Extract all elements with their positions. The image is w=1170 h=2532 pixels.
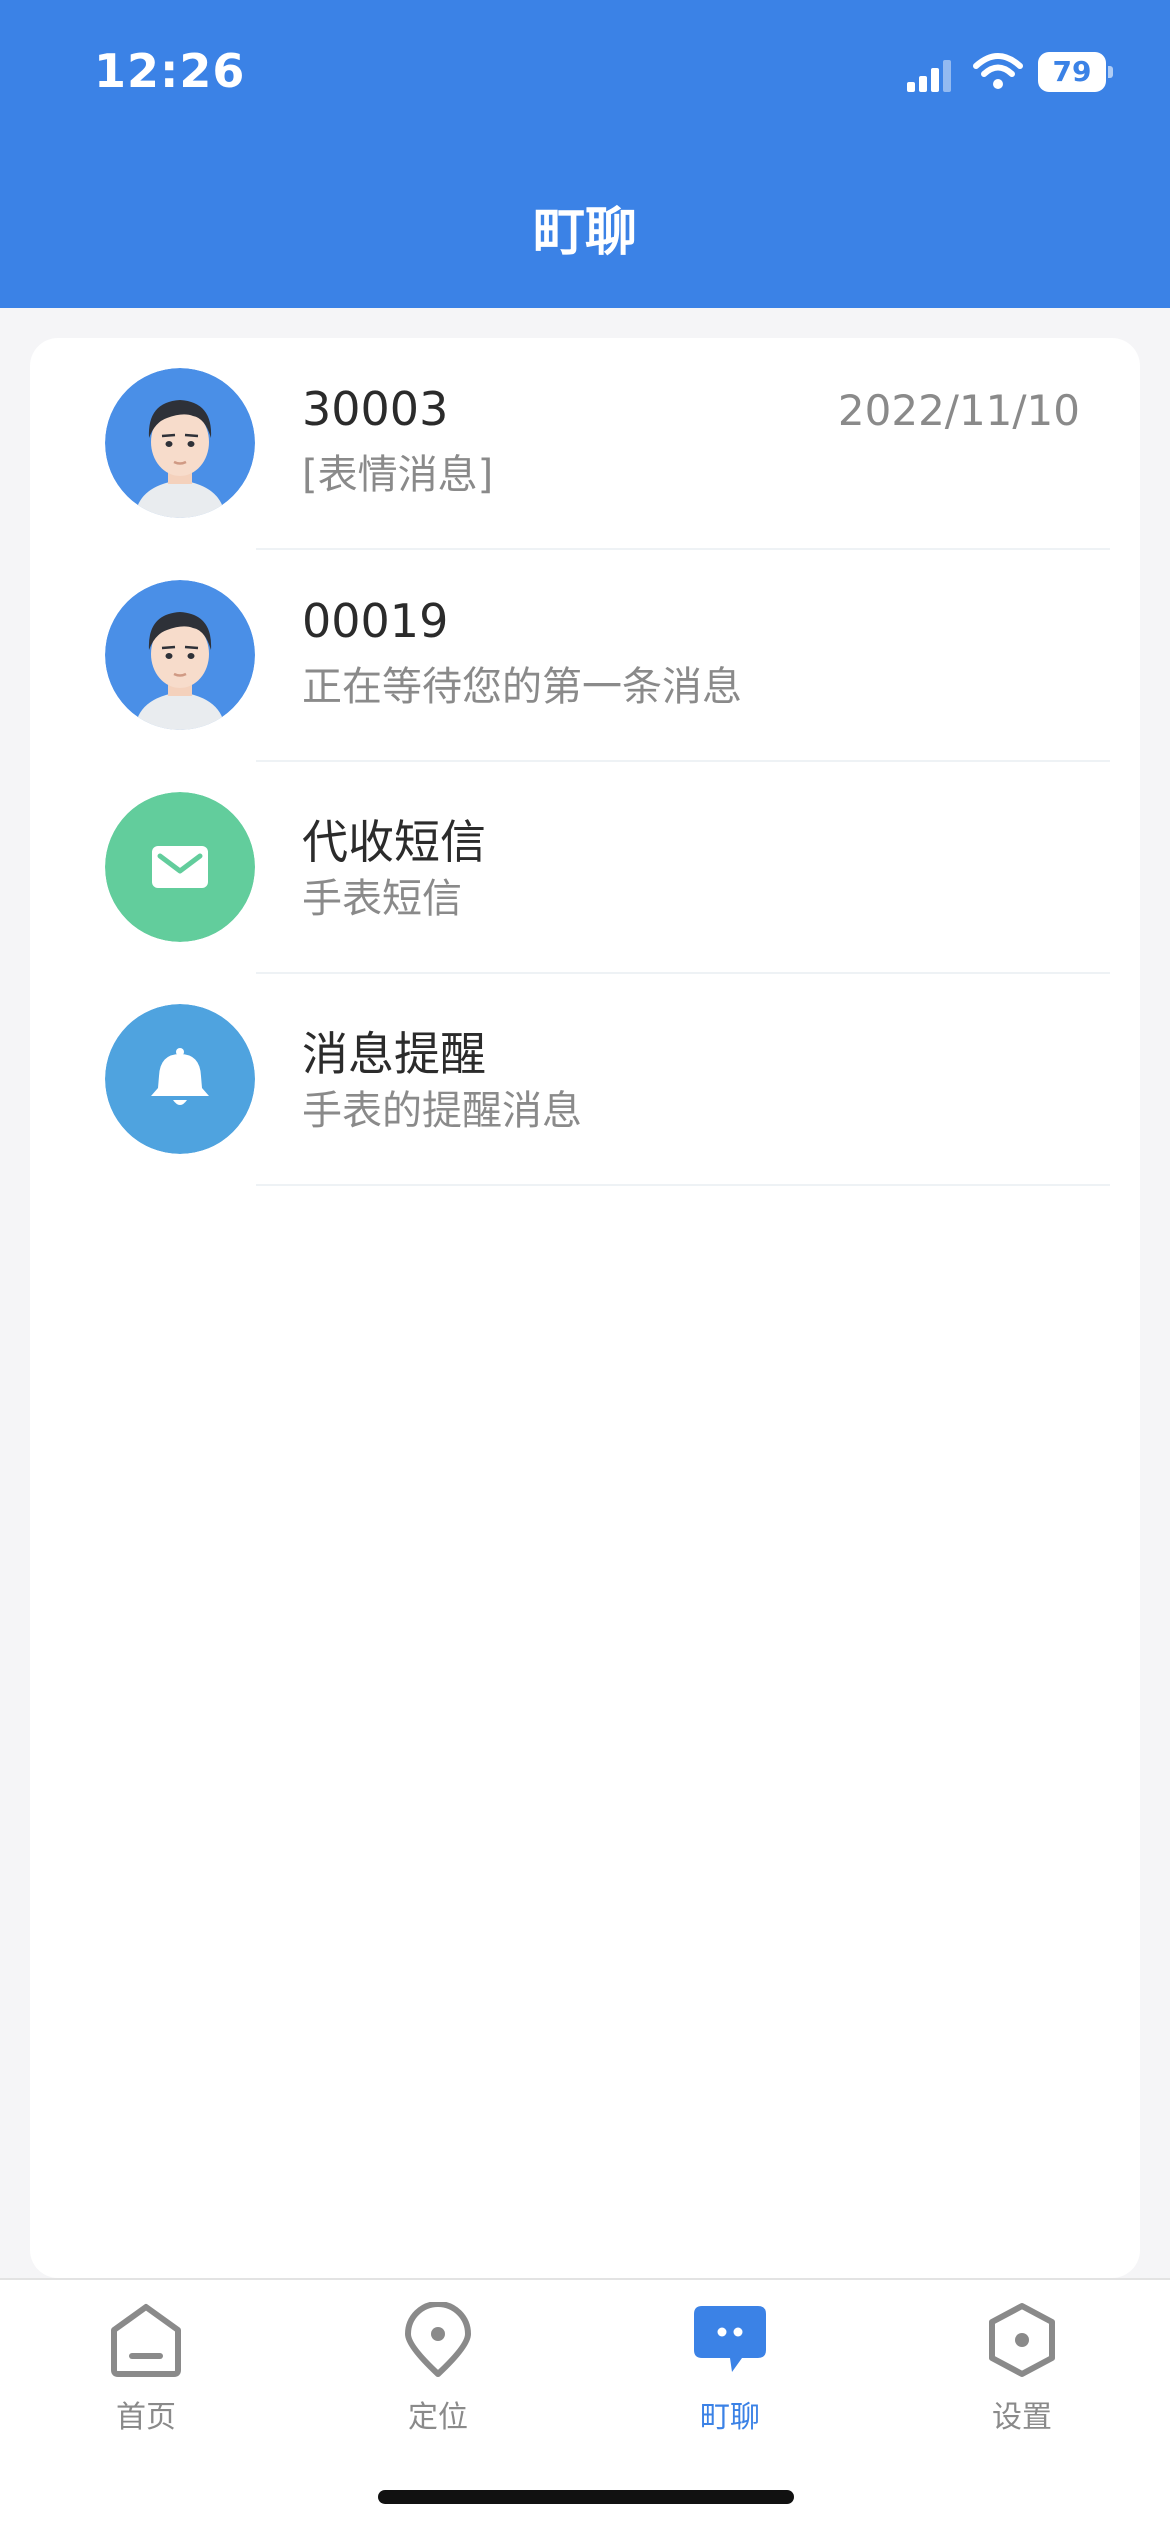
conversation-row-30003[interactable]: 30003 [表情消息] 2022/11/10	[30, 338, 1140, 550]
envelope-icon	[105, 792, 255, 942]
boy-avatar-icon	[105, 368, 255, 518]
boy-avatar-icon	[105, 580, 255, 730]
conversation-row-reminder[interactable]: 消息提醒 手表的提醒消息	[30, 974, 1140, 1186]
battery-indicator: 79	[1038, 52, 1113, 92]
location-pin-icon	[405, 2302, 471, 2377]
conversation-preview: 手表短信	[302, 876, 462, 922]
conversation-list: 30003 [表情消息] 2022/11/10 00019 正在等待您的第一条消…	[30, 338, 1140, 2278]
tab-home[interactable]: 首页	[46, 2292, 246, 2452]
tab-label: 首页	[116, 2400, 176, 2435]
tab-location[interactable]: 定位	[338, 2292, 538, 2452]
conversation-title: 消息提醒	[302, 1027, 486, 1081]
conversation-preview: [表情消息]	[302, 452, 494, 498]
conversation-title: 00019	[302, 594, 449, 648]
wifi-icon	[973, 53, 1023, 89]
status-time: 12:26	[94, 44, 246, 98]
tab-chat[interactable]: 町聊	[630, 2292, 830, 2452]
tab-label: 设置	[992, 2400, 1052, 2435]
cellular-signal-icon	[907, 60, 951, 92]
header-bar: 12:26 79 町聊	[0, 0, 1170, 308]
battery-level: 79	[1038, 52, 1106, 92]
tab-settings[interactable]: 设置	[922, 2292, 1122, 2452]
conversation-row-00019[interactable]: 00019 正在等待您的第一条消息	[30, 550, 1140, 762]
app-screen: 12:26 79 町聊 30003 [表情消息] 2022/11/10 0001…	[0, 0, 1170, 2532]
row-divider	[256, 1184, 1110, 1186]
conversation-time: 2022/11/10	[837, 386, 1080, 435]
chat-bubble-icon	[694, 2306, 766, 2372]
tab-label: 町聊	[700, 2400, 760, 2435]
conversation-title: 30003	[302, 382, 449, 436]
settings-hexagon-icon	[989, 2303, 1055, 2377]
home-icon	[111, 2304, 181, 2377]
battery-tip	[1108, 66, 1113, 78]
conversation-preview: 手表的提醒消息	[302, 1088, 582, 1134]
conversation-title: 代收短信	[302, 815, 486, 869]
page-title: 町聊	[532, 203, 637, 263]
conversation-preview: 正在等待您的第一条消息	[302, 664, 742, 710]
bell-icon	[105, 1004, 255, 1154]
home-indicator	[378, 2490, 794, 2504]
conversation-row-sms[interactable]: 代收短信 手表短信	[30, 762, 1140, 974]
tab-label: 定位	[408, 2400, 468, 2435]
